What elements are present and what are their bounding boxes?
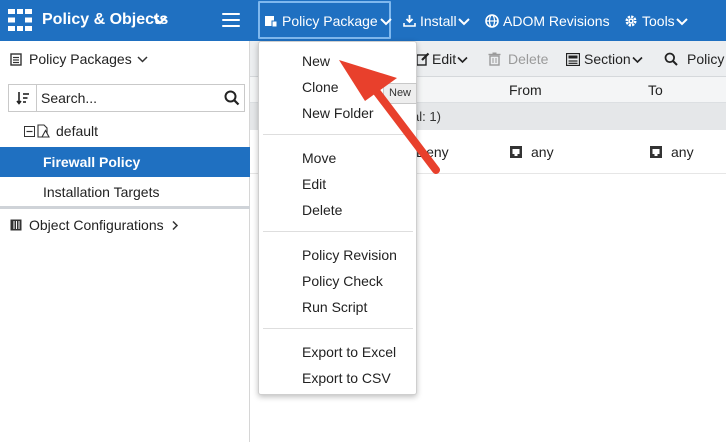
sidebar-divider (0, 206, 250, 209)
tree-package-default[interactable]: default (24, 123, 98, 139)
nav-policy-package[interactable]: Policy Package (264, 0, 392, 41)
menu-item-edit[interactable]: Edit (259, 171, 416, 197)
tree-package-label: default (56, 123, 99, 139)
chevron-down-icon (137, 56, 148, 63)
cell-action: Deny (416, 144, 449, 160)
top-navigation-bar: Policy & Objects Policy Package Install … (0, 0, 726, 41)
toolbar-edit-label: Edit (432, 51, 457, 67)
nav-policy-package-label: Policy Package (282, 12, 378, 29)
package-list-icon (10, 52, 22, 66)
cell-to-text: any (671, 144, 694, 160)
menu-separator (263, 134, 413, 135)
menu-item-run-script[interactable]: Run Script (259, 294, 416, 320)
object-configurations-label: Object Configurations (29, 217, 164, 233)
module-switcher[interactable]: Policy & Objects (0, 0, 250, 41)
cell-from: any (510, 144, 554, 160)
sidebar-item-firewall-policy[interactable]: Firewall Policy (0, 147, 250, 177)
install-icon (403, 15, 416, 27)
search-input[interactable] (41, 89, 211, 107)
column-header-from[interactable]: From (509, 82, 542, 98)
edit-icon (416, 52, 430, 66)
module-title: Policy & Objects (42, 11, 169, 28)
cell-from-text: any (531, 144, 554, 160)
chevron-down-icon (675, 17, 688, 25)
collapse-icon[interactable] (24, 125, 35, 137)
policy-packages-header[interactable]: Policy Packages (10, 51, 148, 67)
fortinet-logo-icon (8, 9, 32, 31)
trash-icon (488, 52, 501, 66)
search-icon[interactable] (224, 90, 240, 106)
object-configurations-header[interactable]: Object Configurations (10, 217, 179, 233)
nav-adom-revisions[interactable]: ADOM Revisions (485, 0, 610, 41)
column-header-to[interactable]: To (648, 82, 663, 98)
nav-tools-label: Tools (642, 12, 675, 29)
policy-packages-label: Policy Packages (29, 51, 132, 67)
sidebar-item-label: Installation Targets (43, 184, 160, 200)
menu-item-new[interactable]: New (259, 48, 416, 74)
toolbar-edit-button[interactable]: Edit (416, 41, 468, 77)
search-icon (664, 52, 678, 66)
interface-icon (650, 146, 662, 158)
toolbar-delete-button[interactable]: Delete (488, 41, 548, 77)
chevron-right-icon (172, 220, 178, 230)
cell-action-text: Deny (416, 144, 449, 160)
chevron-down-icon (457, 17, 470, 25)
object-config-icon (10, 219, 22, 231)
chevron-down-icon (632, 56, 643, 63)
toolbar-policy-search-button[interactable]: Policy (664, 41, 724, 77)
menu-separator (263, 231, 413, 232)
nav-install[interactable]: Install (403, 0, 470, 41)
cell-to: any (650, 144, 694, 160)
toolbar-delete-label: Delete (508, 51, 549, 67)
package-icon (265, 15, 278, 27)
sort-icon (15, 92, 29, 105)
gear-icon (625, 15, 637, 26)
section-icon (566, 52, 580, 66)
menu-item-move[interactable]: Move (259, 145, 416, 171)
sidebar-item-installation-targets[interactable]: Installation Targets (0, 177, 250, 207)
menu-item-delete[interactable]: Delete (259, 197, 416, 223)
chevron-down-icon (380, 17, 392, 25)
nav-tools[interactable]: Tools (624, 0, 688, 41)
sidebar-item-label: Firewall Policy (43, 154, 141, 170)
menu-item-policy-revision[interactable]: Policy Revision (259, 242, 416, 268)
menu-item-export-csv[interactable]: Export to CSV (259, 365, 416, 391)
toolbar-section-button[interactable]: Section (566, 41, 643, 77)
nav-install-label: Install (420, 12, 457, 29)
chevron-down-icon (457, 56, 468, 63)
menu-item-export-excel[interactable]: Export to Excel (259, 339, 416, 365)
sidebar-search (8, 84, 245, 112)
menu-item-policy-check[interactable]: Policy Check (259, 268, 416, 294)
toolbar-policy-label: Policy (687, 51, 725, 67)
menu-toggle-icon[interactable] (222, 13, 240, 28)
globe-icon (485, 13, 499, 28)
chevron-down-icon (153, 16, 167, 25)
nav-adom-revisions-label: ADOM Revisions (503, 12, 610, 29)
interface-icon (510, 146, 522, 158)
sort-button[interactable] (9, 85, 37, 111)
toolbar-section-label: Section (584, 51, 631, 67)
policy-package-icon (37, 124, 50, 138)
tooltip: New (383, 83, 418, 104)
menu-separator (263, 328, 413, 329)
sidebar: Policy Packages default Firewall Policy … (0, 41, 250, 442)
